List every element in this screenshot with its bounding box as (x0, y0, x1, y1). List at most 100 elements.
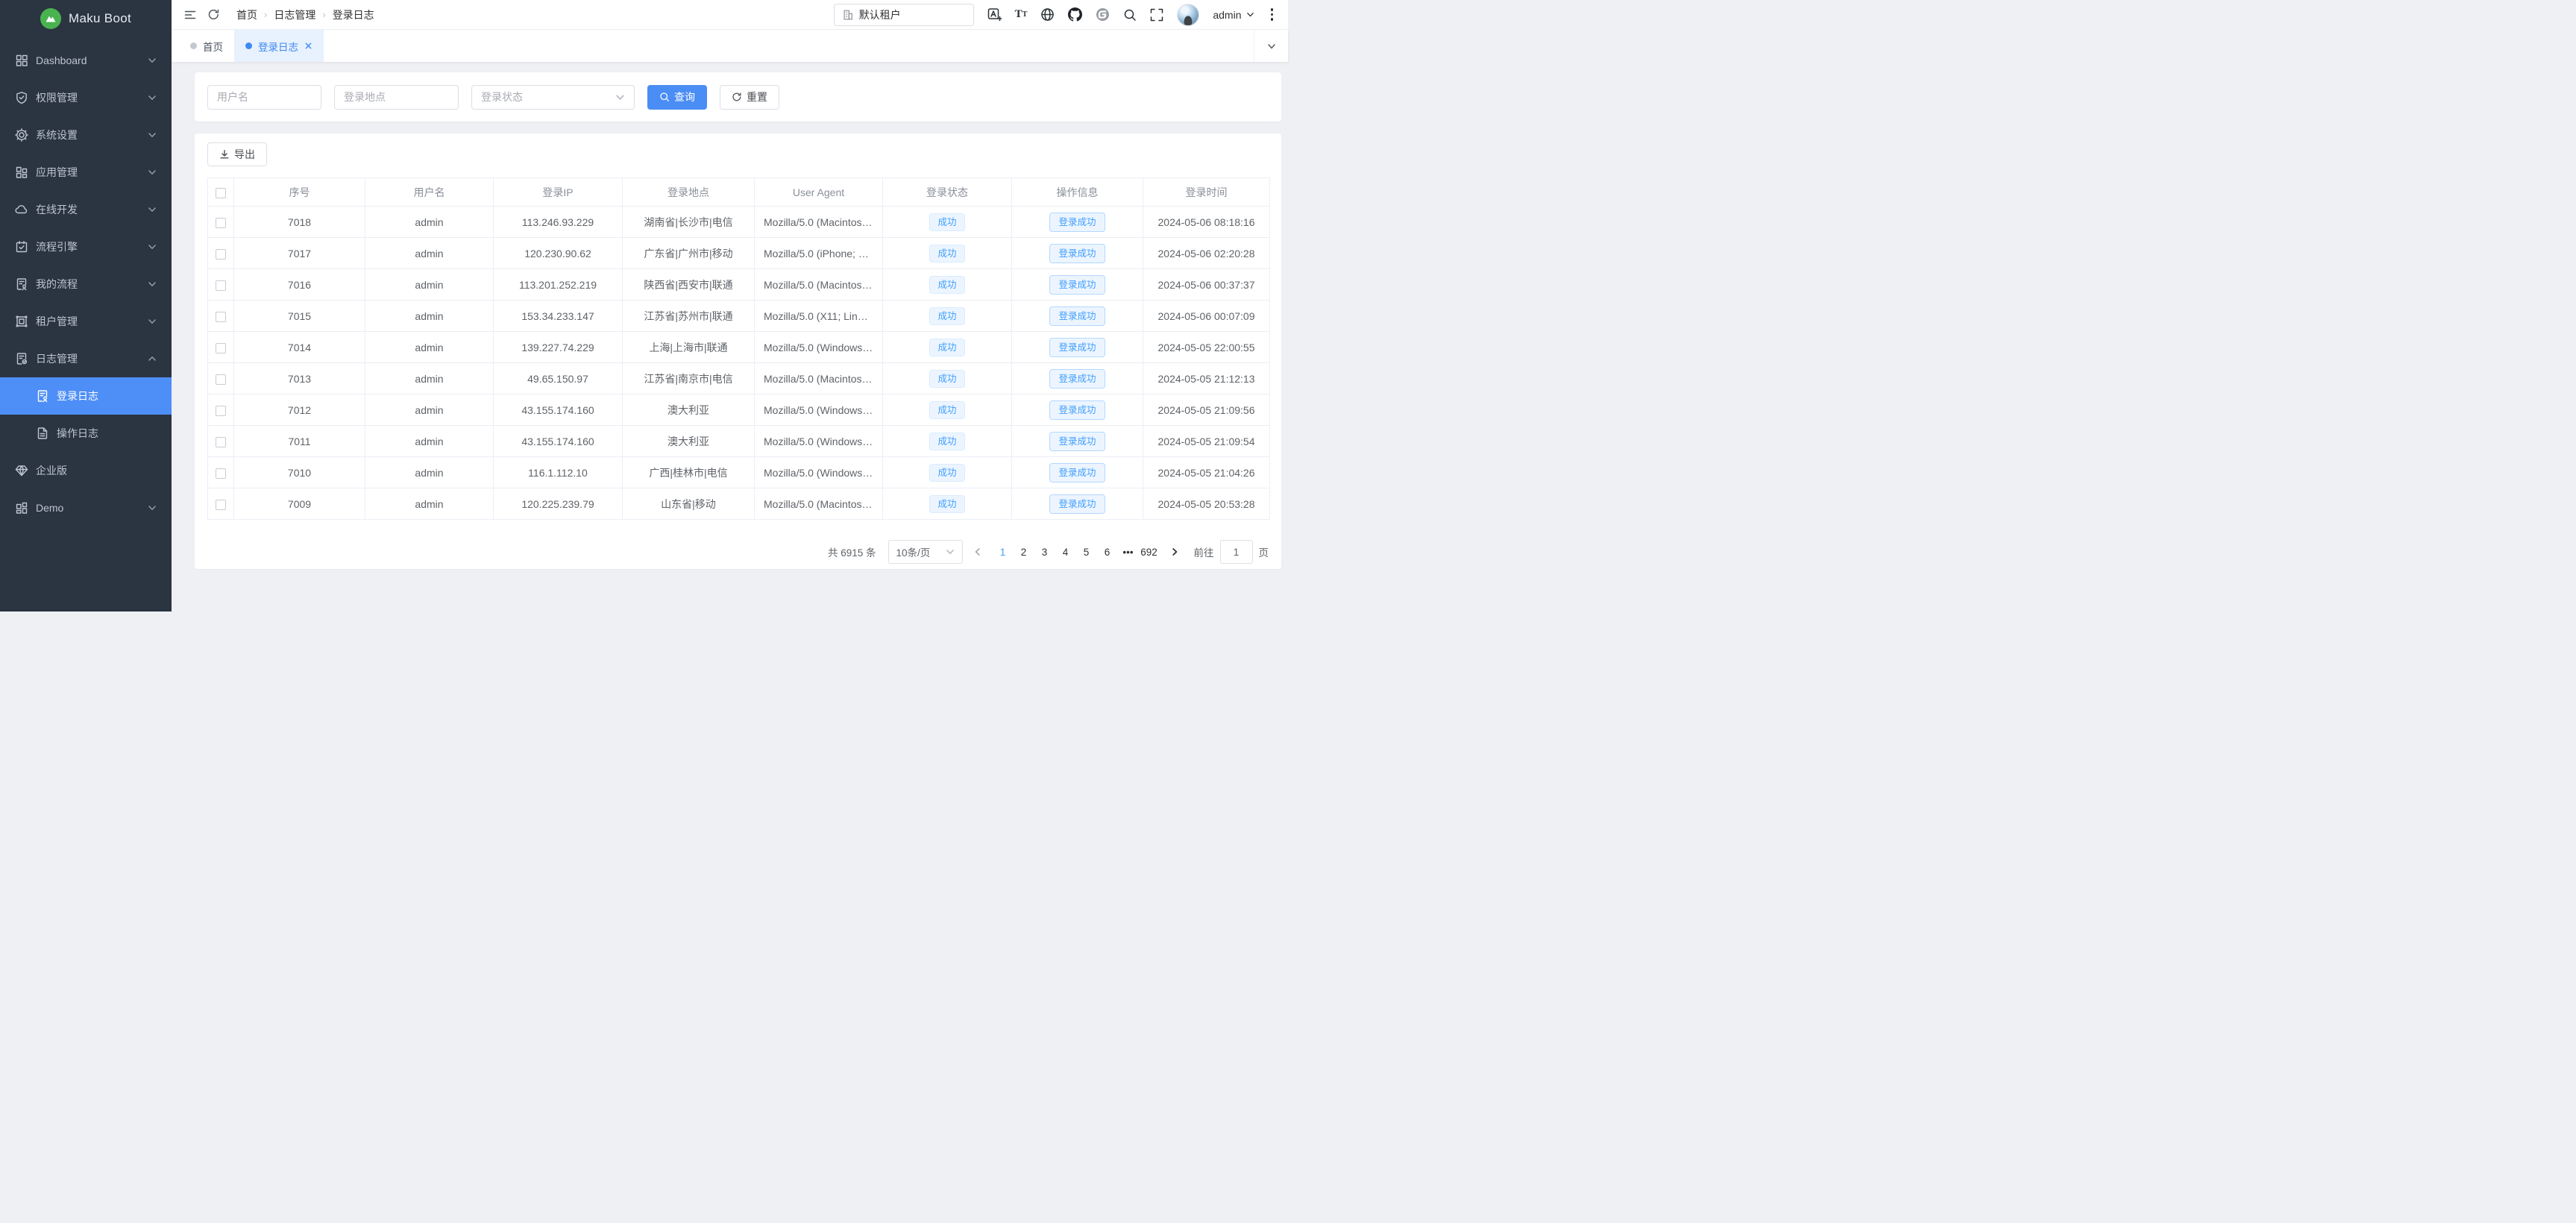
more-menu-icon[interactable] (1268, 7, 1277, 22)
goto-suffix: 页 (1259, 544, 1269, 559)
tab-login-log[interactable]: 登录日志 (234, 30, 324, 62)
select-all-checkbox[interactable] (216, 188, 226, 198)
navbar-right-tools: 默认租户 TT admin (834, 4, 1276, 26)
breadcrumb-home[interactable]: 首页 (236, 7, 257, 22)
row-checkbox[interactable] (216, 374, 226, 385)
cell-time: 2024-05-05 22:00:55 (1143, 332, 1270, 363)
sidebar-item-dashboard[interactable]: Dashboard (0, 42, 172, 79)
prev-page-button[interactable] (969, 547, 987, 556)
row-checkbox[interactable] (216, 280, 226, 291)
page-number[interactable]: 1 (993, 547, 1014, 558)
table-row: 7010 admin 116.1.112.10 广西|桂林市|电信 Mozill… (208, 457, 1270, 488)
sidebar-item-enterprise[interactable]: 企业版 (0, 452, 172, 489)
tab-label: 登录日志 (258, 39, 298, 54)
sidebar-item-my-flow[interactable]: 我的流程 (0, 265, 172, 303)
sidebar-item-system[interactable]: 系统设置 (0, 116, 172, 154)
table-card: 导出 序号 用户名 登录IP 登录地点 User Agent 登录状态 操作信 (195, 133, 1281, 569)
next-page-button[interactable] (1166, 547, 1184, 556)
translate-icon[interactable] (987, 7, 1002, 22)
avatar[interactable] (1177, 4, 1199, 26)
row-checkbox[interactable] (216, 249, 226, 260)
table-row: 7015 admin 153.34.233.147 江苏省|苏州市|联通 Moz… (208, 301, 1270, 332)
user-menu[interactable]: admin (1213, 9, 1254, 21)
sidebar-item-label: Demo (36, 502, 140, 514)
apps-icon (15, 166, 28, 179)
row-checkbox[interactable] (216, 500, 226, 510)
chevron-down-icon (615, 92, 625, 102)
cell-username: admin (365, 238, 494, 269)
row-checkbox[interactable] (216, 406, 226, 416)
page-number[interactable]: 2 (1014, 547, 1034, 558)
refresh-icon[interactable] (207, 8, 220, 21)
chevron-down-icon (148, 317, 157, 326)
column-header-user-agent: User Agent (755, 178, 883, 207)
font-size-icon[interactable]: TT (1015, 9, 1028, 20)
status-badge: 成功 (929, 245, 964, 262)
username-filter-input[interactable] (207, 85, 321, 110)
cell-ip: 113.246.93.229 (494, 207, 623, 238)
search-button[interactable]: 查询 (647, 85, 707, 110)
sidebar-item-operation-log[interactable]: 操作日志 (0, 415, 172, 452)
chevron-down-icon (148, 242, 157, 251)
tenant-icon (15, 315, 28, 328)
sidebar-item-label: 权限管理 (36, 90, 140, 105)
log-icon (15, 352, 28, 365)
operation-badge: 登录成功 (1049, 306, 1105, 326)
page-number[interactable]: ••• (1118, 547, 1139, 558)
operation-badge: 登录成功 (1049, 463, 1105, 482)
sidebar-item-label: 租户管理 (36, 314, 140, 329)
sidebar-item-demo[interactable]: Demo (0, 489, 172, 526)
row-checkbox[interactable] (216, 218, 226, 228)
globe-icon[interactable] (1040, 7, 1055, 22)
page-number[interactable]: 4 (1055, 547, 1076, 558)
search-icon (659, 92, 670, 102)
tenant-select[interactable]: 默认租户 (834, 4, 974, 26)
close-icon[interactable] (304, 42, 312, 50)
goto-page-input[interactable] (1220, 540, 1253, 564)
sidebar-item-workflow[interactable]: 流程引擎 (0, 228, 172, 265)
cell-location: 山东省|移动 (623, 488, 755, 520)
table-row: 7014 admin 139.227.74.229 上海|上海市|联通 Mozi… (208, 332, 1270, 363)
row-checkbox[interactable] (216, 312, 226, 322)
maku-logo-icon (40, 8, 61, 29)
tab-dropdown-button[interactable] (1254, 30, 1288, 62)
search-icon[interactable] (1123, 8, 1137, 22)
sidebar-item-permission[interactable]: 权限管理 (0, 79, 172, 116)
page-number[interactable]: 692 (1139, 547, 1160, 558)
sidebar-item-log[interactable]: 日志管理 (0, 340, 172, 377)
sidebar-item-tenant[interactable]: 租户管理 (0, 303, 172, 340)
sidebar-collapse-icon[interactable] (183, 8, 197, 22)
fullscreen-icon[interactable] (1150, 8, 1163, 22)
gitee-icon[interactable] (1096, 7, 1110, 22)
location-filter-input[interactable] (334, 85, 459, 110)
page-number[interactable]: 5 (1076, 547, 1097, 558)
tab-home[interactable]: 首页 (179, 30, 234, 62)
cell-time: 2024-05-06 00:07:09 (1143, 301, 1270, 332)
cell-username: admin (365, 426, 494, 457)
reset-button[interactable]: 重置 (720, 85, 779, 110)
row-checkbox[interactable] (216, 437, 226, 447)
breadcrumb-log-management[interactable]: 日志管理 (274, 7, 315, 22)
export-button[interactable]: 导出 (207, 142, 267, 166)
row-checkbox[interactable] (216, 468, 226, 479)
cell-user-agent: Mozilla/5.0 (Windows… (755, 426, 883, 457)
cell-username: admin (365, 457, 494, 488)
page-number[interactable]: 3 (1034, 547, 1055, 558)
cell-location: 江苏省|苏州市|联通 (623, 301, 755, 332)
cell-time: 2024-05-05 21:09:56 (1143, 394, 1270, 426)
cell-username: admin (365, 269, 494, 301)
sidebar-item-application[interactable]: 应用管理 (0, 154, 172, 191)
status-filter-select[interactable]: 登录状态 (471, 85, 635, 110)
column-header-status: 登录状态 (883, 178, 1012, 207)
cell-ip: 43.155.174.160 (494, 394, 623, 426)
cell-username: admin (365, 207, 494, 238)
row-checkbox[interactable] (216, 343, 226, 353)
sidebar-item-online-dev[interactable]: 在线开发 (0, 191, 172, 228)
pagination: 共 6915 条 10条/页 1 2 3 4 (207, 540, 1269, 564)
cell-username: admin (365, 332, 494, 363)
github-icon[interactable] (1068, 7, 1082, 22)
page-number[interactable]: 6 (1097, 547, 1118, 558)
page-size-select[interactable]: 10条/页 (888, 540, 963, 564)
app-logo[interactable]: Maku Boot (0, 0, 172, 37)
sidebar-item-login-log[interactable]: 登录日志 (0, 377, 172, 415)
